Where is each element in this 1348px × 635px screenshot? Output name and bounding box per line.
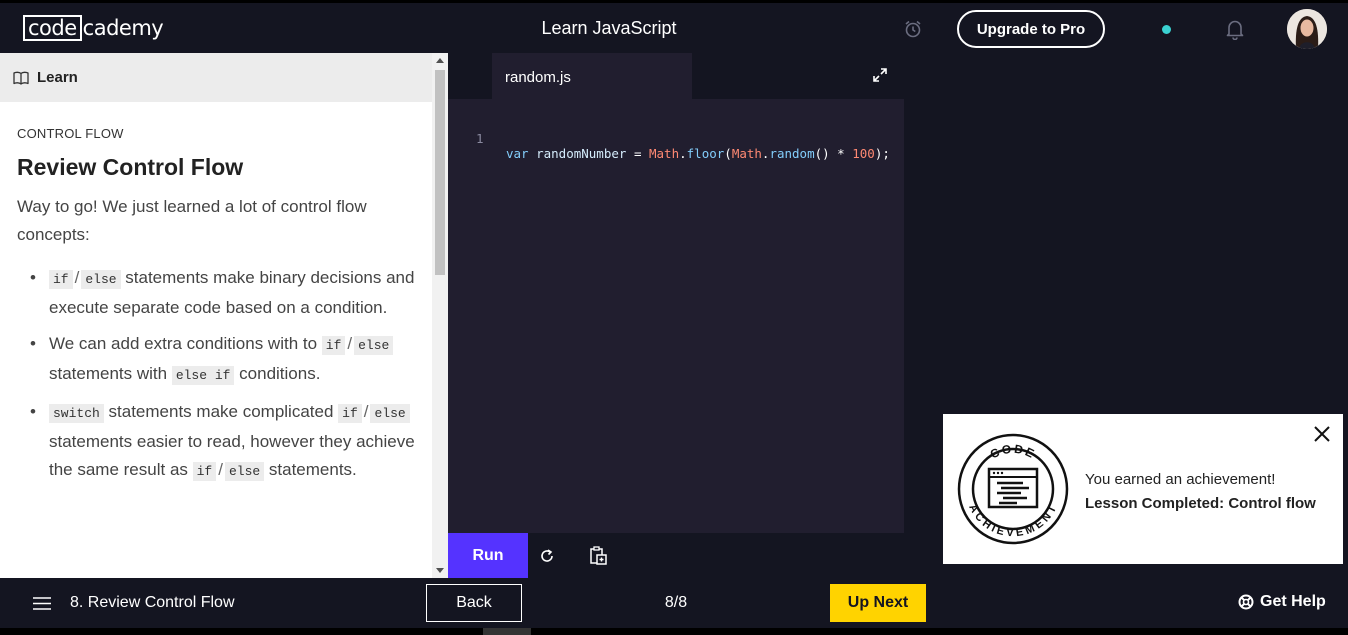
up-next-button[interactable]: Up Next: [830, 584, 926, 622]
run-button[interactable]: Run: [448, 533, 528, 578]
scrollbar-thumb[interactable]: [435, 70, 445, 275]
taskbar-nub: [483, 628, 531, 635]
object-token: Math: [649, 146, 680, 161]
expand-icon[interactable]: [872, 67, 888, 83]
achievement-toast: CODE ACHIEVEMENT You earned an achieveme…: [943, 414, 1343, 564]
refresh-icon[interactable]: [539, 548, 555, 564]
window-bottom-edge: [0, 628, 1348, 635]
lesson-eyebrow: CONTROL FLOW: [17, 126, 124, 141]
operator-token: () *: [814, 146, 853, 161]
copy-to-clipboard-icon[interactable]: [588, 545, 608, 567]
notification-bell-icon[interactable]: [1225, 18, 1245, 40]
lesson-content: CONTROL FLOW Review Control Flow Way to …: [17, 126, 417, 494]
bullet-text: We can add extra conditions with to: [49, 334, 322, 353]
inline-code: if: [321, 336, 346, 355]
line-number: 1: [476, 131, 484, 146]
inline-code: else: [354, 336, 394, 355]
code-editor[interactable]: random.js 1 var randomNumber = Math.floo…: [448, 53, 904, 578]
method-token: floor: [686, 146, 725, 161]
close-icon[interactable]: [1313, 425, 1331, 443]
editor-tab-bar: random.js: [448, 53, 904, 99]
bullet-text: statements.: [264, 460, 357, 479]
learn-tab[interactable]: Learn: [0, 53, 432, 102]
upgrade-to-pro-button[interactable]: Upgrade to Pro: [957, 10, 1105, 48]
lesson-scrollbar[interactable]: [432, 53, 448, 578]
bullet-text: statements with: [49, 364, 172, 383]
bottom-navigation: 8. Review Control Flow Back 8/8 Up Next …: [0, 578, 1348, 628]
number-token: 100: [852, 146, 875, 161]
keyword-token: var: [506, 146, 529, 161]
identifier-token: randomNumber: [528, 146, 634, 161]
scroll-up-arrow-icon[interactable]: [436, 58, 444, 63]
scroll-down-arrow-icon[interactable]: [436, 568, 444, 573]
inline-code: else: [224, 462, 265, 481]
lesson-bullet-list: if/else statements make binary decisions…: [17, 264, 417, 486]
slash-text: /: [218, 460, 223, 479]
inline-code: else: [370, 404, 410, 423]
top-navigation: code cademy Learn JavaScript Upgrade to …: [0, 0, 1348, 53]
list-item: We can add extra conditions with to if/e…: [17, 330, 417, 390]
alarm-clock-icon[interactable]: [903, 19, 923, 39]
code-line-1[interactable]: 1 var randomNumber = Math.floor(Math.ran…: [448, 116, 890, 176]
tab-random-js[interactable]: random.js: [492, 53, 692, 99]
lesson-panel: Learn CONTROL FLOW Review Control Flow W…: [0, 53, 448, 578]
toast-line-1: You earned an achievement!: [1085, 471, 1276, 488]
list-item: switch statements make complicated if/el…: [17, 398, 417, 486]
inline-code: if: [192, 462, 217, 481]
learn-label: Learn: [37, 69, 78, 86]
toast-line-2: Lesson Completed: Control flow: [1085, 495, 1316, 512]
user-avatar[interactable]: [1287, 9, 1327, 49]
list-item: if/else statements make binary decisions…: [17, 264, 417, 322]
dot-token: .: [679, 146, 687, 161]
online-status-dot: [1162, 25, 1171, 34]
inline-code: if: [49, 270, 73, 289]
bullet-text: conditions.: [234, 364, 321, 383]
lesson-intro: Way to go! We just learned a lot of cont…: [17, 197, 367, 244]
inline-code: switch: [49, 404, 104, 423]
lifebuoy-icon: [1238, 594, 1254, 610]
editor-toolbar: Run: [448, 533, 904, 578]
inline-code: if: [338, 404, 362, 423]
paren-token: );: [874, 146, 890, 161]
lesson-title: Review Control Flow: [17, 154, 244, 180]
get-help-label: Get Help: [1260, 593, 1326, 610]
inline-code: else: [81, 270, 121, 289]
bullet-text: statements make complicated: [103, 402, 339, 421]
slash-text: /: [347, 334, 353, 353]
paren-token: (: [724, 146, 732, 161]
code-text[interactable]: var randomNumber = Math.floor(Math.rando…: [506, 146, 890, 161]
inline-code: else if: [171, 366, 235, 385]
toast-message: You earned an achievement! Lesson Comple…: [1085, 468, 1316, 516]
book-icon: [13, 71, 29, 85]
method-token: random: [769, 146, 815, 161]
lesson-progress: 8/8: [664, 594, 688, 611]
code-achievement-badge-icon: CODE ACHIEVEMENT: [957, 433, 1069, 545]
get-help-button[interactable]: Get Help: [1238, 593, 1326, 611]
object-token: Math: [731, 146, 762, 161]
